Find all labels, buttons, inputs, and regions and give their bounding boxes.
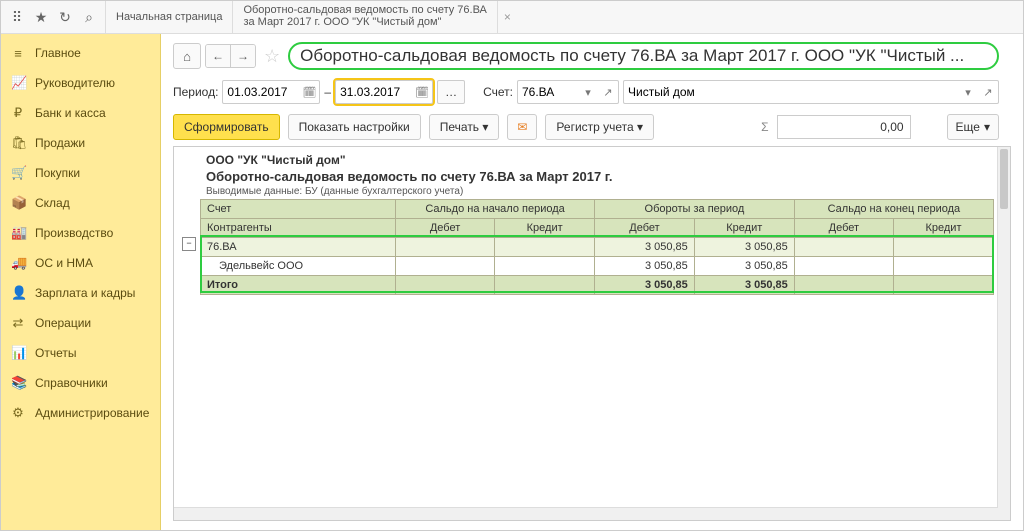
back-button[interactable]: ← [206, 45, 230, 67]
home-button[interactable]: ⌂ [173, 43, 201, 69]
register-button[interactable]: Регистр учета ▾ [545, 114, 654, 140]
box-icon: 📦 [11, 195, 25, 211]
table-row[interactable]: 76.ВА 3 050,853 050,85 [201, 238, 994, 257]
chart-icon: 📈 [11, 75, 25, 91]
tab-home[interactable]: Начальная страница [106, 0, 233, 36]
sidebar-item-production[interactable]: 🏭Производство [1, 218, 160, 248]
table-row[interactable]: Эдельвейс ООО 3 050,853 050,85 [201, 257, 994, 276]
sidebar-item-main[interactable]: ≡Главное [1, 38, 160, 68]
cart-icon: 🛒 [11, 165, 25, 181]
menu-icon: ≡ [11, 46, 25, 61]
org-input[interactable] [624, 85, 958, 99]
sidebar-item-manager[interactable]: 📈Руководителю [1, 68, 160, 98]
open-icon[interactable]: ↗ [978, 82, 998, 102]
settings-button[interactable]: Показать настройки [288, 114, 421, 140]
account-field[interactable]: ▾ ↗ [517, 80, 619, 104]
dropdown-icon[interactable]: ▾ [958, 82, 978, 102]
sidebar-item-purchases[interactable]: 🛒Покупки [1, 158, 160, 188]
sidebar-item-stock[interactable]: 📦Склад [1, 188, 160, 218]
sidebar-item-refs[interactable]: 📚Справочники [1, 368, 160, 398]
person-icon: 👤 [11, 285, 25, 301]
mail-button[interactable]: ✉ [507, 114, 537, 140]
sidebar-item-assets[interactable]: 🚚ОС и НМА [1, 248, 160, 278]
date-to-field[interactable]: 🗓 [335, 80, 433, 104]
chevron-down-icon: ▾ [984, 120, 990, 134]
sigma-icon: Σ [761, 120, 768, 134]
period-label: Период: [173, 85, 218, 99]
open-icon[interactable]: ↗ [598, 82, 618, 102]
forward-button[interactable]: → [230, 45, 255, 67]
tab-close-icon[interactable]: × [504, 10, 511, 24]
swap-icon: ⇄ [11, 315, 25, 331]
bag-icon: 🛍 [11, 135, 25, 151]
table-total-row: Итого 3 050,853 050,85 [201, 276, 994, 295]
sidebar-item-sales[interactable]: 🛍Продажи [1, 128, 160, 158]
form-button[interactable]: Сформировать [173, 114, 280, 140]
sidebar: ≡Главное 📈Руководителю ₽Банк и касса 🛍Пр… [1, 34, 161, 531]
books-icon: 📚 [11, 375, 25, 391]
barchart-icon: 📊 [11, 345, 25, 361]
org-field[interactable]: ▾ ↗ [623, 80, 999, 104]
factory-icon: 🏭 [11, 225, 25, 241]
print-button[interactable]: Печать ▾ [429, 114, 500, 140]
date-to-input[interactable] [336, 85, 412, 99]
tree-collapse-icon[interactable]: − [182, 237, 196, 251]
period-picker-button[interactable]: … [437, 80, 465, 104]
report-table: Счет Сальдо на начало периода Обороты за… [200, 199, 994, 295]
favorite-star-icon[interactable]: ☆ [260, 46, 284, 67]
calendar-icon[interactable]: 🗓 [412, 82, 432, 102]
history-icon[interactable]: ↻ [53, 5, 77, 29]
account-label: Счет: [483, 85, 513, 99]
sidebar-item-operations[interactable]: ⇄Операции [1, 308, 160, 338]
vertical-scrollbar[interactable] [997, 147, 1010, 520]
horizontal-scrollbar[interactable] [174, 507, 998, 520]
truck-icon: 🚚 [11, 255, 25, 271]
search-icon[interactable]: ⌕ [77, 5, 101, 29]
account-input[interactable] [518, 85, 578, 99]
page-title: Оборотно-сальдовая ведомость по счету 76… [288, 42, 999, 70]
date-from-field[interactable]: 🗓 [222, 80, 320, 104]
calendar-icon[interactable]: 🗓 [299, 82, 319, 102]
sidebar-item-reports[interactable]: 📊Отчеты [1, 338, 160, 368]
report-subtitle: Выводимые данные: БУ (данные бухгалтерск… [178, 186, 994, 199]
report-area: ООО "УК "Чистый дом" Оборотно-сальдовая … [173, 146, 1011, 521]
gear-icon: ⚙ [11, 405, 25, 421]
sum-field: 0,00 [777, 115, 911, 139]
date-from-input[interactable] [223, 85, 299, 99]
star-icon[interactable]: ★ [29, 5, 53, 29]
more-button[interactable]: Еще▾ [947, 114, 999, 140]
dropdown-icon[interactable]: ▾ [578, 82, 598, 102]
mail-icon: ✉ [517, 120, 527, 134]
tab-report[interactable]: Оборотно-сальдовая ведомость по счету 76… [233, 0, 497, 37]
ruble-icon: ₽ [11, 105, 25, 121]
sidebar-item-bank[interactable]: ₽Банк и касса [1, 98, 160, 128]
report-org: ООО "УК "Чистый дом" [178, 151, 994, 169]
apps-icon[interactable]: ⠿ [5, 5, 29, 29]
date-dash: – [324, 85, 331, 99]
report-title: Оборотно-сальдовая ведомость по счету 76… [178, 169, 994, 186]
sidebar-item-hr[interactable]: 👤Зарплата и кадры [1, 278, 160, 308]
sidebar-item-admin[interactable]: ⚙Администрирование [1, 398, 160, 428]
